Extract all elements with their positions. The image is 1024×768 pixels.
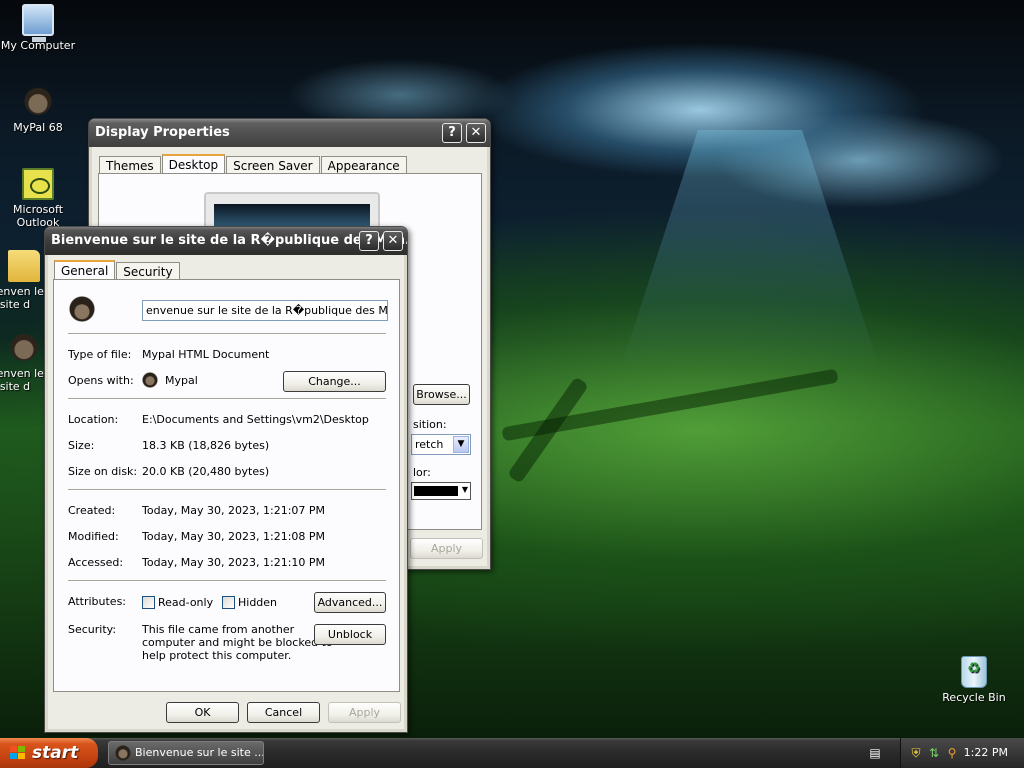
desktop-icon-label: Bienven le site d (0, 367, 44, 393)
tab-strip: General Security (54, 259, 181, 281)
position-select[interactable]: retch ▼ (411, 434, 471, 455)
general-tab-panel: envenue sur le site de la R�publique des… (53, 279, 400, 692)
desktop-icon-label: Bienven le site d (0, 285, 44, 311)
chevron-down-icon[interactable]: ▼ (453, 436, 469, 453)
light-beam (620, 130, 880, 370)
tab-screen-saver[interactable]: Screen Saver (226, 156, 320, 174)
size-label: Size: (68, 439, 95, 452)
raccoon-icon (22, 86, 54, 118)
position-label: sition: (413, 418, 447, 431)
security-label: Security: (68, 623, 117, 636)
size-value: 18.3 KB (18,826 bytes) (142, 439, 270, 452)
security-shield-icon[interactable]: ⛨ (909, 746, 923, 760)
help-button[interactable]: ? (359, 231, 379, 251)
display-properties-titlebar[interactable]: Display Properties ? ✕ (89, 119, 490, 147)
size-on-disk-value: 20.0 KB (20,480 bytes) (142, 465, 270, 478)
readonly-label[interactable]: Read-only (158, 596, 213, 609)
security-text-line: This file came from another (142, 623, 295, 636)
location-label: Location: (68, 413, 119, 426)
recycle-bin-icon (961, 656, 987, 688)
window-title: Display Properties (95, 125, 230, 140)
keyboard-icon[interactable]: ▤ (868, 746, 882, 760)
desktop-icon-recycle-bin[interactable]: Recycle Bin (936, 656, 1012, 704)
color-picker-button[interactable]: ▼ (411, 482, 471, 500)
outlook-icon (22, 168, 54, 200)
apply-button[interactable]: Apply (410, 538, 483, 559)
desktop-icon-folder[interactable]: Bienven le site d (0, 250, 46, 311)
close-button[interactable]: ✕ (466, 123, 486, 143)
accessed-value: Today, May 30, 2023, 1:21:10 PM (142, 556, 326, 569)
opens-with-value: Mypal (165, 374, 198, 387)
tab-themes[interactable]: Themes (99, 156, 161, 174)
file-properties-dialog: Bienvenue sur le site de la R�publique d… (44, 226, 408, 733)
type-of-file-label: Type of file: (68, 348, 132, 361)
windows-flag-icon (10, 746, 26, 760)
modified-value: Today, May 30, 2023, 1:21:08 PM (142, 530, 326, 543)
taskbar-item-label: Bienvenue sur le site ... (135, 746, 264, 759)
chevron-down-icon: ▼ (461, 485, 468, 494)
help-button[interactable]: ? (442, 123, 462, 143)
attributes-label: Attributes: (68, 595, 127, 608)
dialog-body: General Security envenue sur le site de … (48, 255, 404, 729)
size-on-disk-label: Size on disk: (68, 465, 138, 478)
apply-button[interactable]: Apply (328, 702, 401, 723)
color-label: lor: (413, 466, 431, 479)
desktop-icon-mypal[interactable]: MyPal 68 (0, 86, 76, 134)
hidden-label[interactable]: Hidden (238, 596, 277, 609)
clock[interactable]: 1:22 PM (964, 738, 1008, 768)
security-text-line: computer and might be blocked to (142, 636, 333, 649)
search-icon[interactable]: ⚲ (945, 746, 959, 760)
network-icon[interactable]: ⇅ (927, 746, 941, 760)
folder-icon (8, 250, 40, 282)
unblock-button[interactable]: Unblock (314, 624, 386, 645)
desktop-icon-label: Recycle Bin (942, 691, 1006, 704)
tab-security[interactable]: Security (116, 262, 180, 280)
type-of-file-value: Mypal HTML Document (142, 348, 270, 361)
desktop-icon-my-computer[interactable]: My Computer (0, 4, 76, 52)
advanced-button[interactable]: Advanced... (314, 592, 386, 613)
modified-label: Modified: (68, 530, 119, 543)
raccoon-icon (115, 745, 131, 761)
start-label: start (32, 743, 79, 763)
system-tray: ⛨ ⇅ ⚲ 1:22 PM (900, 738, 1024, 768)
computer-icon (22, 4, 54, 42)
close-button[interactable]: ✕ (383, 231, 403, 251)
tab-strip: Themes Desktop Screen Saver Appearance (99, 153, 408, 175)
security-text: This file came from another computer and… (142, 623, 333, 662)
separator (68, 580, 386, 582)
hidden-checkbox[interactable] (222, 596, 235, 609)
mypal-icon (142, 372, 158, 388)
security-text-line: help protect this computer. (142, 649, 292, 662)
readonly-checkbox[interactable] (142, 596, 155, 609)
desktop-background: My Computer MyPal 68 Microsoft Outlook B… (0, 0, 1024, 738)
position-value: retch (415, 438, 444, 451)
accessed-label: Accessed: (68, 556, 124, 569)
raccoon-icon (68, 295, 96, 323)
filename-field[interactable]: envenue sur le site de la R�publique des… (142, 300, 388, 321)
created-label: Created: (68, 504, 116, 517)
window-title: Bienvenue sur le site de la R�publique d… (51, 233, 407, 248)
tab-general[interactable]: General (54, 260, 116, 281)
ok-button[interactable]: OK (166, 702, 239, 723)
taskbar-item-properties[interactable]: Bienvenue sur le site ... (108, 741, 264, 765)
location-value: E:\Documents and Settings\vm2\Desktop (142, 413, 369, 426)
desktop-icon-label: MyPal 68 (13, 121, 63, 134)
tab-appearance[interactable]: Appearance (320, 156, 407, 174)
created-value: Today, May 30, 2023, 1:21:07 PM (142, 504, 326, 517)
separator (68, 489, 386, 491)
start-button[interactable]: start (0, 738, 98, 768)
opens-with-label: Opens with: (68, 374, 134, 387)
separator (68, 333, 386, 335)
desktop-icon-outlook[interactable]: Microsoft Outlook (0, 168, 76, 229)
desktop-icon-html-file[interactable]: Bienven le site d (0, 332, 46, 393)
color-swatch (414, 486, 458, 496)
taskbar: start Bienvenue sur le site ... ▤ ⛨ ⇅ ⚲ … (0, 738, 1024, 768)
raccoon-icon (8, 332, 40, 364)
change-button[interactable]: Change... (283, 371, 386, 392)
separator (68, 398, 386, 400)
file-properties-titlebar[interactable]: Bienvenue sur le site de la R�publique d… (45, 227, 407, 255)
tab-desktop[interactable]: Desktop (161, 154, 226, 175)
cancel-button[interactable]: Cancel (247, 702, 320, 723)
browse-button[interactable]: Browse... (413, 384, 470, 405)
